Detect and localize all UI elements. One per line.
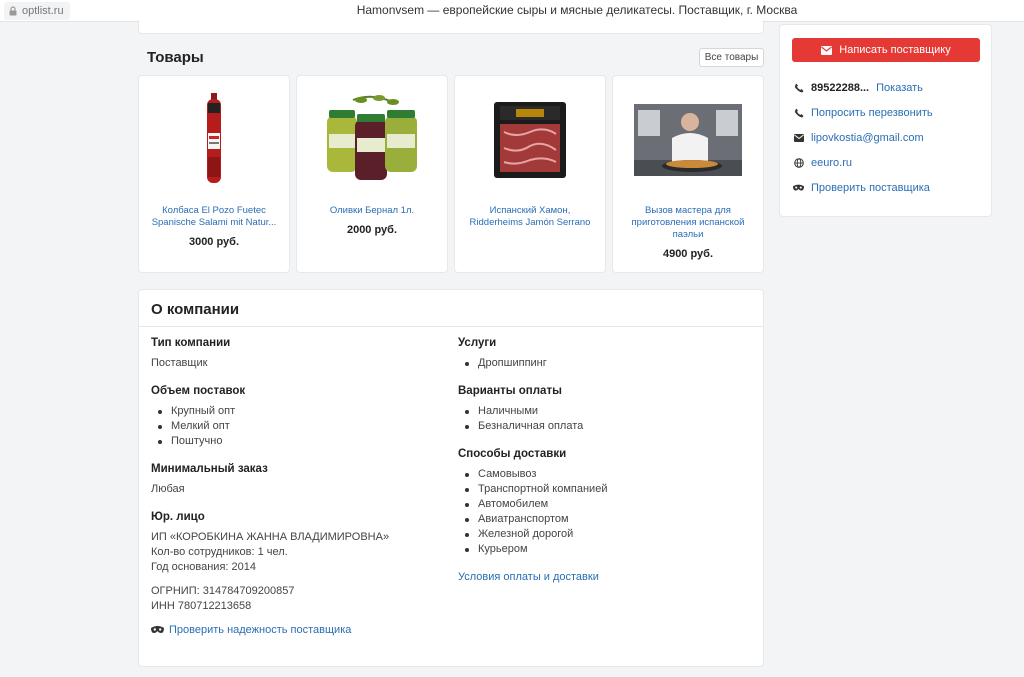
- founded-year: Год основания: 2014: [151, 561, 256, 573]
- delivery-label: Способы доставки: [458, 448, 567, 460]
- ogrnip: ОГРНИП: 314784709200857: [151, 585, 295, 597]
- product-image-jamon[interactable]: [465, 90, 595, 190]
- phone-icon: [793, 108, 804, 119]
- about-left-column: Тип компании Поставщик Объем поставок Кр…: [151, 337, 441, 636]
- list-item: Авиатранспортом: [458, 512, 748, 527]
- list-item: Безналичная оплата: [458, 419, 748, 434]
- list-item: Дропшиппинг: [458, 356, 748, 371]
- check-supplier-row[interactable]: Проверить поставщика: [793, 182, 930, 194]
- email-link[interactable]: lipovkostia@gmail.com: [811, 132, 924, 144]
- write-supplier-button[interactable]: Написать поставщику: [792, 38, 980, 62]
- product-name[interactable]: Колбаса El Pozo Fuetec Spanische Salami …: [147, 205, 281, 229]
- legal-entity-label: Юр. лицо: [151, 511, 205, 523]
- mask-icon: [793, 183, 804, 194]
- list-item: Поштучно: [151, 434, 441, 449]
- check-reliability-link[interactable]: Проверить надежность поставщика: [151, 624, 441, 636]
- supply-volume: Объем поставок Крупный опт Мелкий опт По…: [151, 385, 441, 449]
- website-row[interactable]: eeuro.ru: [793, 157, 852, 169]
- product-card[interactable]: Колбаса El Pozo Fuetec Spanische Salami …: [138, 75, 290, 273]
- services-label: Услуги: [458, 337, 497, 349]
- delivery-methods: Способы доставки Самовывоз Транспортной …: [458, 448, 748, 557]
- upper-card: [138, 20, 764, 34]
- products-title: Товары: [147, 49, 204, 66]
- services: Услуги Дропшиппинг: [458, 337, 748, 371]
- product-card[interactable]: Оливки Бернал 1л. 2000 руб.: [296, 75, 448, 273]
- show-phone-link[interactable]: Показать: [876, 82, 923, 94]
- product-card[interactable]: Вызов мастера для приготовления испанско…: [612, 75, 764, 273]
- all-products-button[interactable]: Все товары: [699, 48, 764, 67]
- check-reliability-text[interactable]: Проверить надежность поставщика: [169, 624, 351, 636]
- list-item: Транспортной компанией: [458, 482, 748, 497]
- product-name[interactable]: Вызов мастера для приготовления испанско…: [621, 205, 755, 241]
- list-item: Самовывоз: [458, 467, 748, 482]
- product-price: 3000 руб.: [188, 236, 240, 248]
- write-supplier-label: Написать поставщику: [839, 44, 951, 56]
- divider: [139, 326, 763, 327]
- about-right-column: Услуги Дропшиппинг Варианты оплаты Налич…: [458, 337, 748, 583]
- envelope-icon: [821, 45, 833, 55]
- payment-delivery-terms-link[interactable]: Условия оплаты и доставки: [458, 571, 748, 583]
- about-title: О компании: [151, 301, 240, 318]
- product-image-paella-chef[interactable]: [623, 90, 753, 190]
- product-image-salami[interactable]: [149, 90, 279, 190]
- list-item: Курьером: [458, 542, 748, 557]
- list-item: Автомобилем: [458, 497, 748, 512]
- website-link[interactable]: eeuro.ru: [811, 157, 852, 169]
- inn: ИНН 780712213658: [151, 600, 252, 612]
- min-order-value: Любая: [151, 483, 185, 495]
- phone-icon: [793, 83, 804, 94]
- product-price: 4900 руб.: [662, 248, 714, 260]
- globe-icon: [793, 158, 804, 169]
- callback-row[interactable]: Попросить перезвонить: [793, 107, 933, 119]
- supplier-contact-card: Написать поставщику 89522288... Показать…: [779, 24, 992, 217]
- envelope-icon: [793, 133, 804, 144]
- product-name[interactable]: Испанский Хамон, Ridderheims Jamón Serra…: [463, 205, 597, 229]
- employees-count: Кол-во сотрудников: 1 чел.: [151, 546, 288, 558]
- payment-options: Варианты оплаты Наличными Безналичная оп…: [458, 385, 748, 434]
- legal-entity: Юр. лицо ИП «КОРОБКИНА ЖАННА ВЛАДИМИРОВН…: [151, 511, 441, 614]
- product-price: 2000 руб.: [346, 224, 398, 236]
- list-item: Наличными: [458, 404, 748, 419]
- payment-label: Варианты оплаты: [458, 385, 562, 397]
- product-name[interactable]: Оливки Бернал 1л.: [305, 205, 439, 217]
- callback-link[interactable]: Попросить перезвонить: [811, 107, 933, 119]
- phone-row: 89522288... Показать: [793, 82, 923, 94]
- product-card[interactable]: Испанский Хамон, Ridderheims Jamón Serra…: [454, 75, 606, 273]
- phone-number: 89522288...: [811, 82, 870, 94]
- list-item: Железной дорогой: [458, 527, 748, 542]
- company-type-value: Поставщик: [151, 357, 208, 369]
- page-title: Hamonvsem — европейские сыры и мясные де…: [356, 3, 798, 17]
- browser-bar: optlist.ru Hamonvsem — европейские сыры …: [0, 0, 1024, 22]
- about-card: О компании Тип компании Поставщик Объем …: [138, 289, 764, 667]
- list-item: Крупный опт: [151, 404, 441, 419]
- min-order-label: Минимальный заказ: [151, 463, 268, 475]
- mask-icon: [151, 626, 164, 633]
- company-type-label: Тип компании: [151, 337, 231, 349]
- company-type: Тип компании Поставщик: [151, 337, 441, 371]
- check-supplier-link[interactable]: Проверить поставщика: [811, 182, 930, 194]
- email-row[interactable]: lipovkostia@gmail.com: [793, 132, 924, 144]
- list-item: Мелкий опт: [151, 419, 441, 434]
- legal-entity-name: ИП «КОРОБКИНА ЖАННА ВЛАДИМИРОВНА»: [151, 531, 390, 543]
- product-image-olives[interactable]: [307, 90, 437, 190]
- supply-volume-label: Объем поставок: [151, 385, 246, 397]
- min-order: Минимальный заказ Любая: [151, 463, 441, 497]
